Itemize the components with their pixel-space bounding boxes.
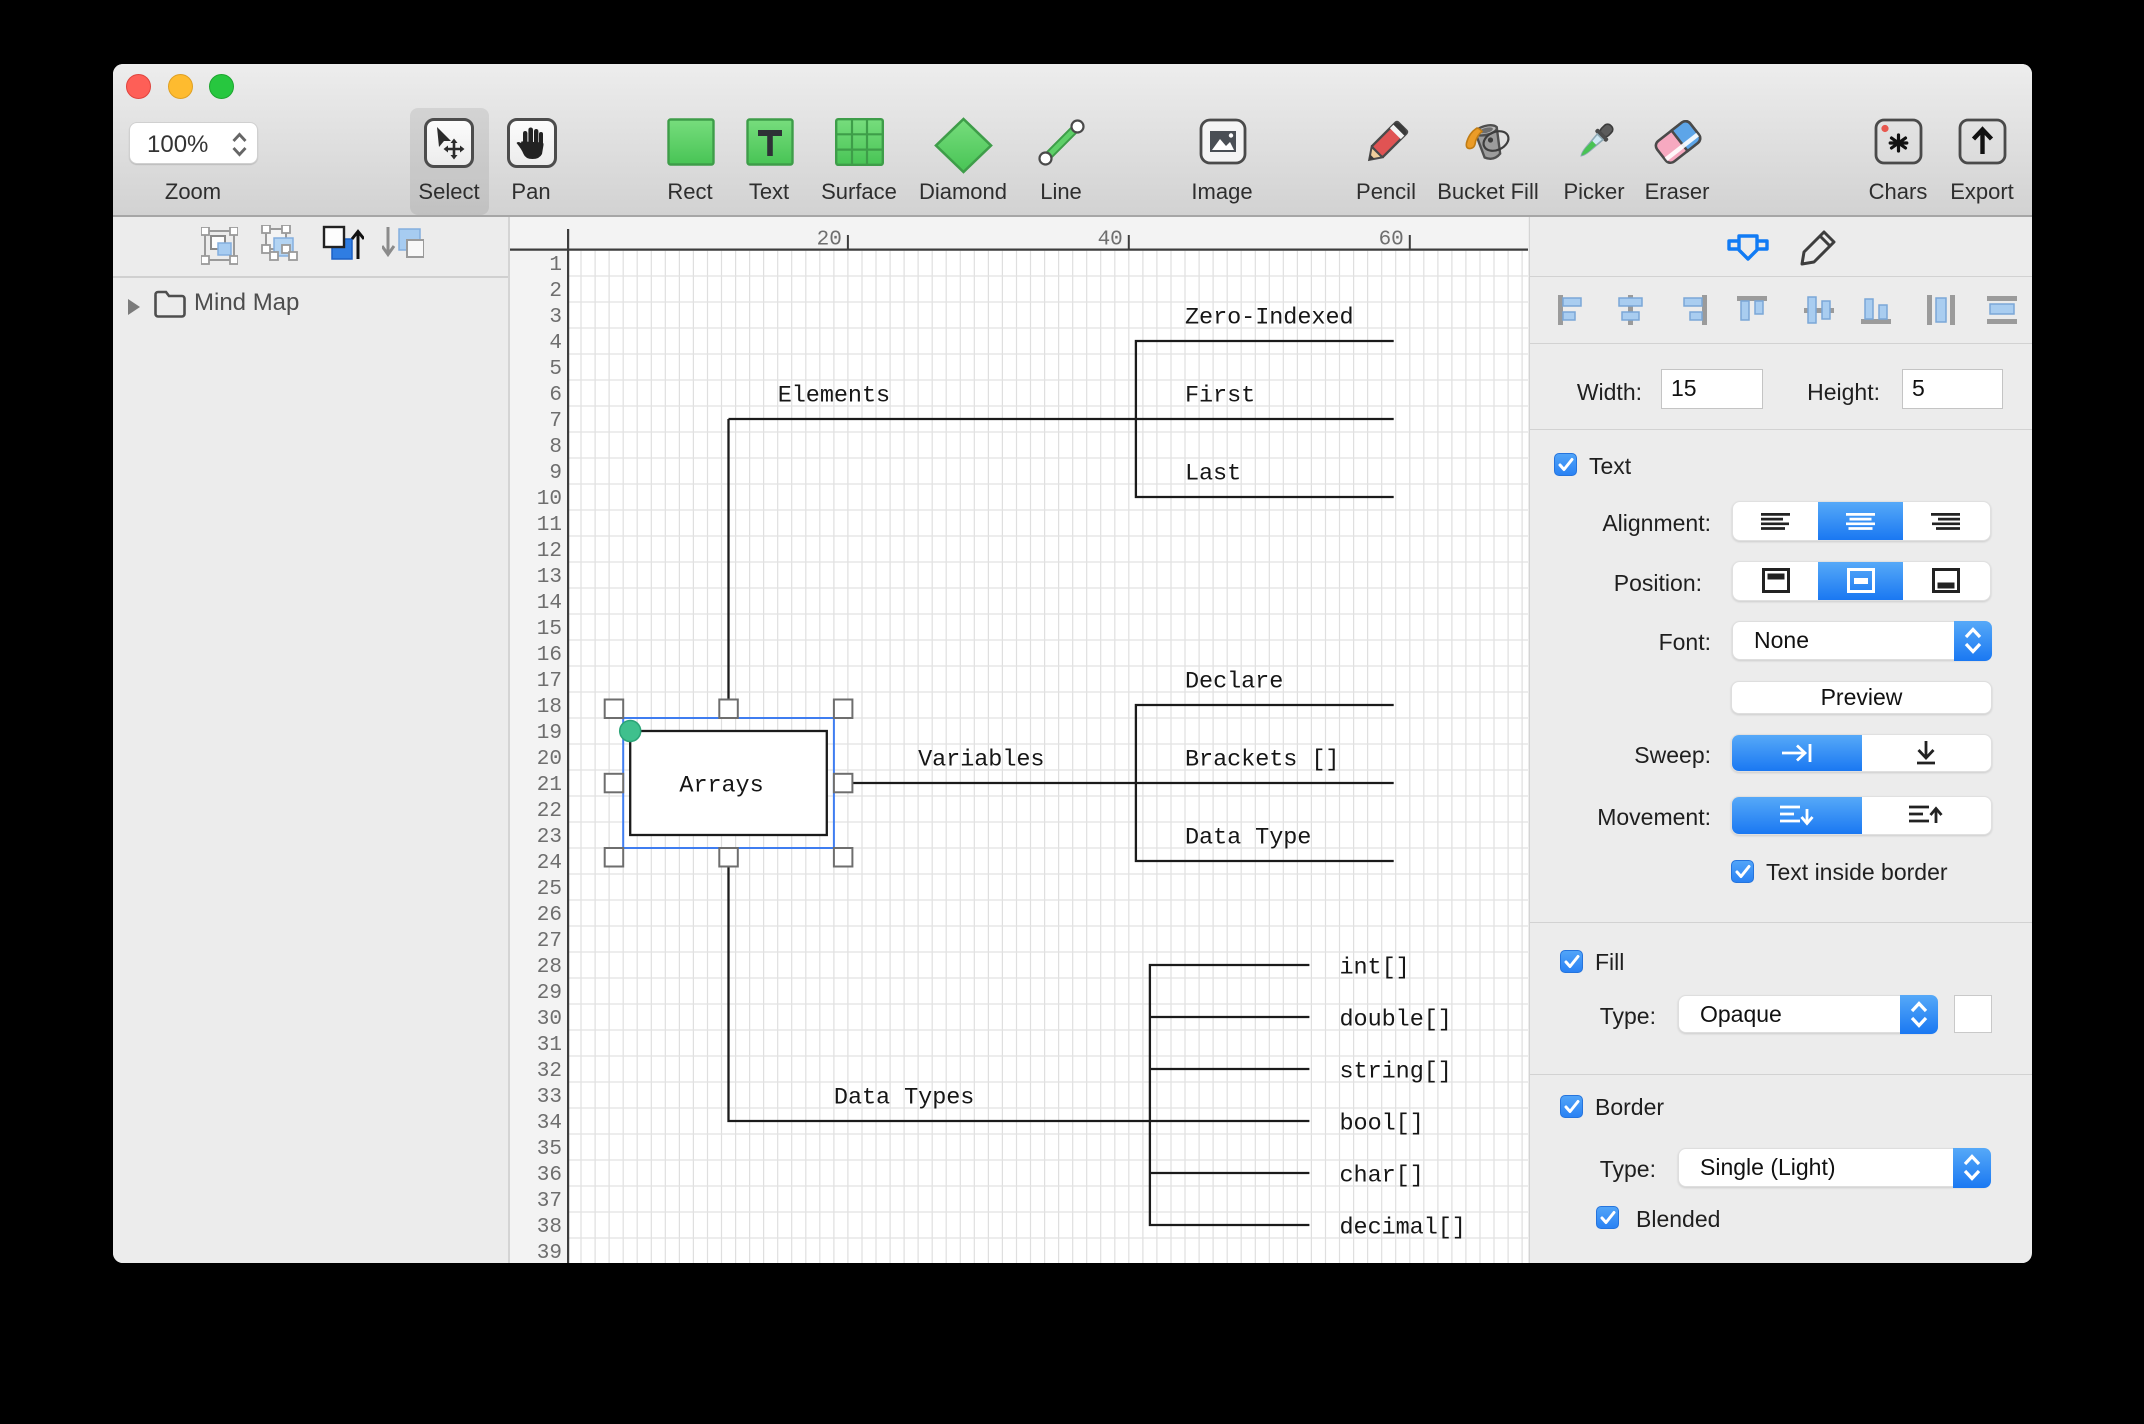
svg-text:Elements: Elements <box>778 383 890 410</box>
svg-text:Declare: Declare <box>1185 669 1283 696</box>
svg-text:8: 8 <box>549 436 562 459</box>
svg-text:3: 3 <box>549 306 562 329</box>
svg-text:40: 40 <box>1098 229 1123 252</box>
svg-text:17: 17 <box>537 670 562 693</box>
svg-text:24: 24 <box>537 852 562 875</box>
svg-text:bool[]: bool[] <box>1340 1111 1424 1138</box>
svg-text:11: 11 <box>537 514 562 537</box>
svg-text:16: 16 <box>537 644 562 667</box>
svg-text:4: 4 <box>549 332 562 355</box>
svg-text:31: 31 <box>537 1034 562 1057</box>
svg-text:25: 25 <box>537 878 562 901</box>
svg-text:9: 9 <box>549 462 562 485</box>
svg-text:20: 20 <box>537 748 562 771</box>
svg-text:2: 2 <box>549 280 562 303</box>
svg-text:29: 29 <box>537 982 562 1005</box>
svg-text:double[]: double[] <box>1340 1007 1452 1034</box>
svg-text:20: 20 <box>817 229 842 252</box>
svg-text:Brackets []: Brackets [] <box>1185 747 1340 774</box>
svg-text:34: 34 <box>537 1112 562 1135</box>
svg-text:int[]: int[] <box>1340 955 1410 982</box>
svg-text:Variables: Variables <box>918 747 1044 774</box>
svg-text:7: 7 <box>549 410 562 433</box>
svg-text:Zero-Indexed: Zero-Indexed <box>1185 305 1354 332</box>
svg-text:39: 39 <box>537 1242 562 1263</box>
svg-text:Last: Last <box>1185 461 1241 488</box>
svg-text:char[]: char[] <box>1340 1163 1424 1190</box>
svg-text:15: 15 <box>537 618 562 641</box>
svg-text:12: 12 <box>537 540 562 563</box>
svg-text:18: 18 <box>537 696 562 719</box>
svg-text:5: 5 <box>549 358 562 381</box>
svg-text:Data Type: Data Type <box>1185 825 1311 852</box>
svg-text:6: 6 <box>549 384 562 407</box>
svg-text:Data Types: Data Types <box>834 1085 975 1112</box>
svg-text:10: 10 <box>537 488 562 511</box>
svg-text:38: 38 <box>537 1216 562 1239</box>
svg-text:23: 23 <box>537 826 562 849</box>
svg-text:string[]: string[] <box>1340 1059 1452 1086</box>
svg-text:Arrays: Arrays <box>679 773 763 800</box>
svg-text:30: 30 <box>537 1008 562 1031</box>
svg-text:32: 32 <box>537 1060 562 1083</box>
svg-text:60: 60 <box>1379 229 1404 252</box>
svg-text:1: 1 <box>549 254 562 277</box>
svg-text:28: 28 <box>537 956 562 979</box>
svg-text:36: 36 <box>537 1164 562 1187</box>
svg-text:decimal[]: decimal[] <box>1340 1215 1466 1242</box>
svg-text:33: 33 <box>537 1086 562 1109</box>
svg-text:19: 19 <box>537 722 562 745</box>
svg-text:14: 14 <box>537 592 562 615</box>
svg-text:13: 13 <box>537 566 562 589</box>
svg-text:27: 27 <box>537 930 562 953</box>
svg-text:26: 26 <box>537 904 562 927</box>
svg-text:First: First <box>1185 383 1255 410</box>
svg-text:21: 21 <box>537 774 562 797</box>
svg-text:37: 37 <box>537 1190 562 1213</box>
svg-text:35: 35 <box>537 1138 562 1161</box>
svg-text:22: 22 <box>537 800 562 823</box>
